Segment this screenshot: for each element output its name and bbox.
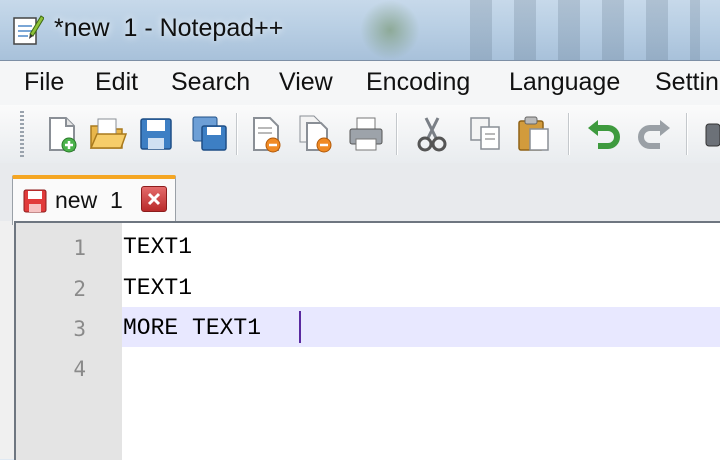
title-bar[interactable]: *new 1 - Notepad++	[0, 0, 720, 60]
line-number: 4	[73, 357, 86, 381]
cut-icon[interactable]	[412, 114, 452, 154]
menu-settings[interactable]: Settin	[655, 68, 719, 97]
close-icon[interactable]	[246, 114, 286, 154]
menu-edit[interactable]: Edit	[95, 68, 138, 97]
text-line[interactable]: MORE TEXT1	[123, 315, 261, 341]
menu-view[interactable]: View	[279, 68, 333, 97]
tab-close-icon[interactable]	[141, 186, 167, 212]
menu-file[interactable]: File	[24, 68, 64, 97]
open-file-icon[interactable]	[88, 114, 128, 154]
menu-bar: File Edit Search View Encoding Language …	[0, 61, 720, 105]
print-icon[interactable]	[346, 114, 386, 154]
undo-icon[interactable]	[584, 114, 624, 154]
text-line[interactable]: TEXT1	[123, 234, 192, 260]
unsaved-file-icon	[23, 189, 47, 213]
menu-search[interactable]: Search	[171, 68, 250, 97]
tab-new-1[interactable]: new 1	[12, 175, 176, 225]
line-number: 3	[73, 317, 86, 341]
background-blur	[360, 0, 420, 60]
new-file-icon[interactable]	[42, 114, 82, 154]
background-blur	[470, 0, 700, 60]
toolbar-separator	[236, 113, 237, 155]
window-title: *new 1 - Notepad++	[54, 14, 284, 42]
tab-strip: new 1	[0, 163, 720, 225]
toolbar-grip[interactable]	[20, 111, 24, 157]
save-icon[interactable]	[136, 114, 176, 154]
redo-icon[interactable]	[634, 114, 674, 154]
save-all-icon[interactable]	[190, 114, 230, 154]
line-number: 1	[73, 236, 86, 260]
toolbar-separator	[686, 113, 687, 155]
copy-icon[interactable]	[466, 114, 506, 154]
toolbar-separator	[396, 113, 397, 155]
menu-language[interactable]: Language	[509, 68, 620, 97]
menu-encoding[interactable]: Encoding	[366, 68, 470, 97]
toolbar	[0, 105, 720, 164]
line-number-gutter: 1 2 3 4	[16, 223, 122, 460]
close-all-icon[interactable]	[296, 114, 336, 154]
toolbar-separator	[568, 113, 569, 155]
tab-label: new 1	[55, 187, 123, 213]
text-line[interactable]: TEXT1	[123, 275, 192, 301]
notepad-plus-plus-icon	[13, 15, 44, 45]
text-caret	[299, 311, 301, 343]
editor[interactable]: 1 2 3 4 TEXT1 TEXT1 MORE TEXT1	[14, 221, 720, 460]
line-number: 2	[73, 277, 86, 301]
paste-icon[interactable]	[514, 114, 554, 154]
find-icon[interactable]	[700, 114, 720, 154]
